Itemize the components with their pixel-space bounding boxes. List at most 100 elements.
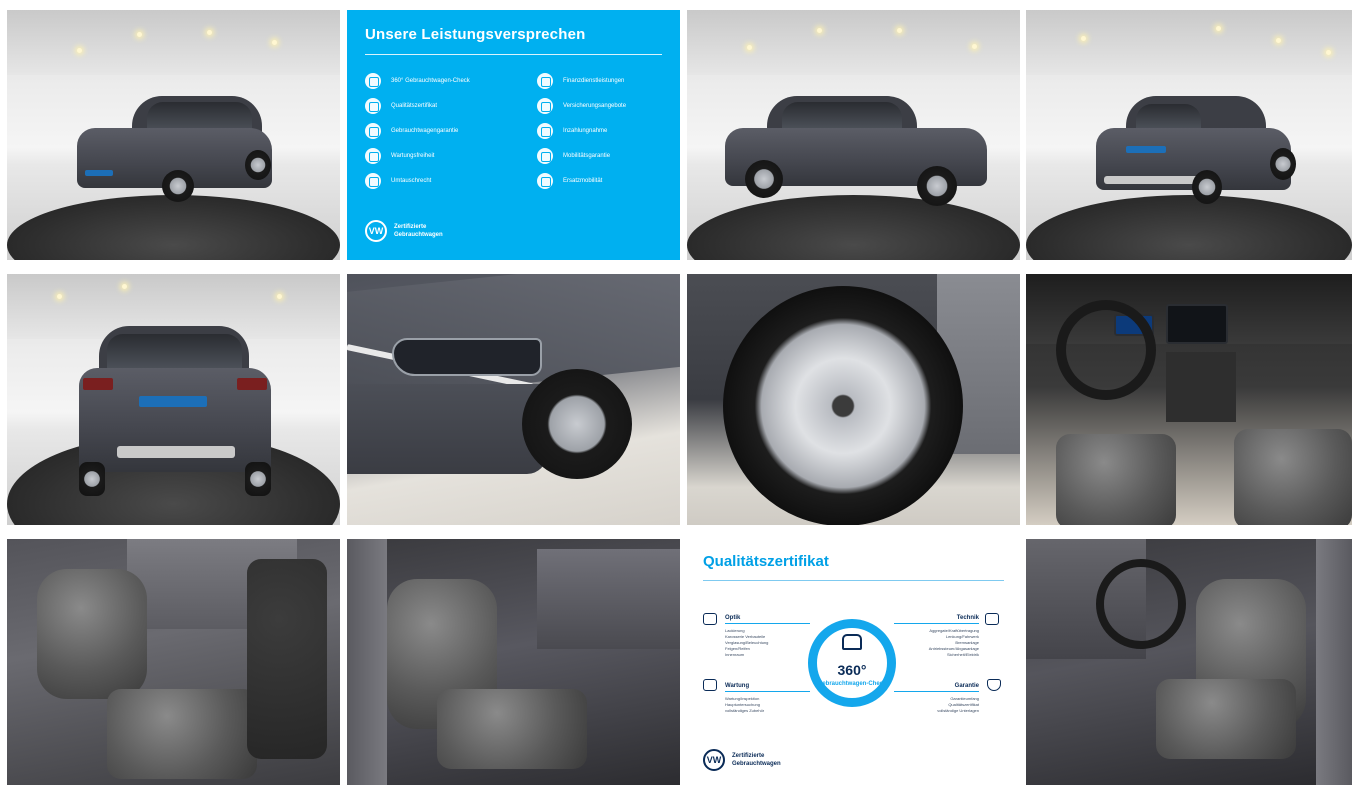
ceiling-light	[272, 40, 277, 45]
promo-item: Wartungsfreiheit	[365, 148, 434, 164]
promo-item: Qualitätszertifikat	[365, 98, 437, 114]
promo-item: Ersatzmobilität	[537, 173, 602, 189]
license-plate	[1126, 146, 1166, 153]
showroom-ceiling	[687, 10, 1020, 75]
mobility-icon	[537, 173, 553, 189]
ceiling-light	[137, 32, 142, 37]
steering-wheel	[1056, 300, 1156, 400]
headlight	[392, 338, 542, 376]
gallery-image-rear[interactable]	[7, 274, 340, 525]
ceiling-light	[57, 294, 62, 299]
center-console	[1166, 352, 1236, 422]
section-garantie: Garantie Garantieumfang Qualitätszertifi…	[894, 683, 979, 714]
rear-window	[1136, 104, 1201, 130]
ceiling-light	[277, 294, 282, 299]
promo-title: Unsere Leistungsversprechen	[365, 26, 586, 43]
promo-feature-list: 360° Gebrauchtwagen-Check Qualitätszerti…	[365, 73, 662, 208]
rear-seat-back	[37, 569, 147, 699]
promo-item: Gebrauchtwagengarantie	[365, 123, 458, 139]
seat-cushion	[437, 689, 587, 769]
car-wheel	[245, 462, 271, 496]
ceiling-light	[747, 45, 752, 50]
dashboard-side	[537, 549, 680, 649]
car-wheel	[79, 462, 105, 496]
showroom-ceiling	[1026, 10, 1352, 75]
vw-logo-icon: VW	[703, 749, 725, 771]
car-wheel	[1270, 148, 1296, 180]
front-bumper	[347, 384, 547, 474]
certificate-icon	[365, 98, 381, 114]
alloy-wheel	[723, 286, 963, 525]
door-frame	[347, 539, 387, 785]
gallery-image-driver-seat[interactable]	[1026, 539, 1352, 785]
shield-check-icon	[987, 679, 1001, 691]
shield-icon	[365, 123, 381, 139]
service-icon	[703, 679, 717, 691]
promo-item: Umtauschrecht	[365, 173, 431, 189]
brand-text: Zertifizierte Gebrauchtwagen	[732, 753, 781, 767]
ceiling-light	[817, 28, 822, 33]
ceiling-light	[207, 30, 212, 35]
exchange-icon	[365, 173, 381, 189]
car-wheel	[522, 369, 632, 479]
turntable	[1026, 195, 1352, 260]
tail-light	[83, 378, 113, 390]
door-frame	[1316, 539, 1352, 785]
ceiling-light	[1326, 50, 1331, 55]
key-icon	[537, 123, 553, 139]
car-wheel	[162, 170, 194, 202]
vw-logo-icon: VW	[365, 220, 387, 242]
gallery-image-rear-right[interactable]	[1026, 10, 1352, 260]
infotainment-screen	[1166, 304, 1228, 344]
ceiling-light	[897, 28, 902, 33]
rear-skid-plate	[117, 446, 235, 458]
section-optik: Optik Lackierung Karosserie Verbauteile …	[725, 615, 810, 658]
section-wartung: Wartung Wartung/Inspektion Hauptuntersuc…	[725, 683, 810, 714]
steering-wheel	[1096, 559, 1186, 649]
rear-window	[107, 334, 242, 370]
promo-item: Inzahlungnahme	[537, 123, 607, 139]
ceiling-light	[1276, 38, 1281, 43]
gallery-image-dashboard[interactable]	[1026, 274, 1352, 525]
license-plate	[139, 396, 207, 407]
gallery-image-headlight[interactable]	[347, 274, 680, 525]
turntable	[7, 195, 340, 260]
showroom-ceiling	[7, 10, 340, 75]
promo-item: Finanzdienstleistungen	[537, 73, 624, 89]
gallery-image-side[interactable]	[687, 10, 1020, 260]
license-plate	[85, 170, 113, 176]
passenger-seat	[1234, 429, 1352, 525]
promo-tile[interactable]: Unsere Leistungsversprechen 360° Gebrauc…	[347, 10, 680, 260]
ceiling-light	[122, 284, 127, 289]
ceiling-light	[1081, 36, 1086, 41]
certificate-divider	[703, 580, 1004, 581]
promo-divider	[365, 54, 662, 55]
promo-item: 360° Gebrauchtwagen-Check	[365, 73, 470, 89]
certificate-tile[interactable]: Qualitätszertifikat Optik Lackierung Kar…	[687, 539, 1020, 785]
check-icon	[365, 73, 381, 89]
seat-cushion	[1156, 679, 1296, 759]
gallery-image-wheel[interactable]	[687, 274, 1020, 525]
tail-light	[237, 378, 267, 390]
car-front-icon	[703, 613, 717, 625]
section-technik: Technik Aggregate/Kraftübertragung Lenku…	[894, 615, 979, 658]
turntable	[687, 195, 1020, 260]
car-window	[782, 102, 902, 130]
car-icon	[537, 148, 553, 164]
360-check-badge: 360° Gebrauchtwagen-Check	[808, 619, 896, 707]
certificate-title: Qualitätszertifikat	[703, 553, 829, 570]
car-icon	[842, 634, 862, 650]
car-wheel	[917, 166, 957, 206]
brand-badge: VW Zertifizierte Gebrauchtwagen	[365, 220, 443, 242]
rear-skid-plate	[1104, 176, 1199, 184]
driver-seat	[1056, 434, 1176, 525]
gallery-image-passenger-seat[interactable]	[347, 539, 680, 785]
promo-item: Mobilitätsgarantie	[537, 148, 610, 164]
gallery-image-front-left[interactable]	[7, 10, 340, 260]
gallery-image-rear-seats[interactable]	[7, 539, 340, 785]
front-seat-back	[247, 559, 327, 759]
brand-text: Zertifizierte Gebrauchtwagen	[394, 224, 443, 238]
ceiling-light	[1216, 26, 1221, 31]
car-check-icon	[985, 613, 999, 625]
rear-seat-cushion	[107, 689, 257, 779]
